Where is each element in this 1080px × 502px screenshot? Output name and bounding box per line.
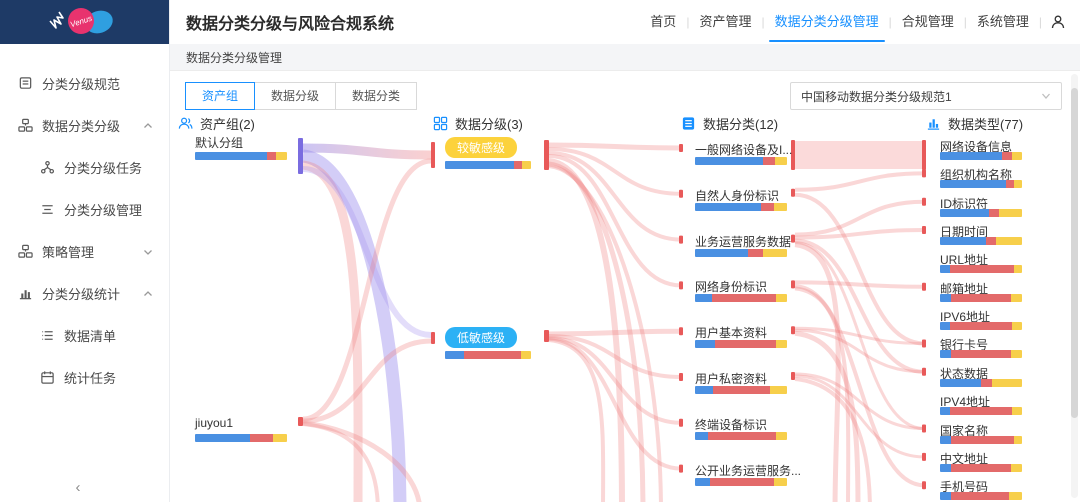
- sankey-link: [549, 145, 681, 148]
- type-6-bar: [940, 322, 1022, 330]
- sankey-link: [549, 331, 681, 334]
- asset-group-node-1[interactable]: jiuyou1: [195, 416, 233, 430]
- sankey-links-layer: [0, 0, 1080, 502]
- asset-node-bar-0: [298, 138, 303, 174]
- level-0-bar: [445, 161, 531, 169]
- type-tick-1: [922, 169, 926, 177]
- class-tick-6: [679, 419, 683, 427]
- class-tick-4: [679, 327, 683, 335]
- class-3-bar: [695, 294, 787, 302]
- class-6-bar: [695, 432, 787, 440]
- class-7-bar: [695, 478, 787, 486]
- class-node-3[interactable]: 网络身份标识: [695, 278, 767, 295]
- class-tick-5: [679, 373, 683, 381]
- sankey-link: [549, 153, 681, 240]
- sankey-link: [795, 173, 924, 189]
- level-node-bar-0: [544, 140, 549, 170]
- class-tick-7: [679, 465, 683, 473]
- sankey-link: [303, 148, 431, 155]
- sankey-link: [303, 169, 431, 335]
- type-1-bar: [940, 180, 1022, 188]
- asset-node-bar-1: [298, 417, 303, 426]
- asset-group-node-0[interactable]: 默认分组: [195, 134, 243, 151]
- class-node-2[interactable]: 业务运营服务数据: [695, 233, 791, 250]
- barchart-icon: [926, 116, 941, 131]
- column-header-data-type: 数据类型(77): [926, 114, 1023, 133]
- class-4-bar: [695, 340, 787, 348]
- class-0-bar: [695, 157, 787, 165]
- app-root: Venus 分类分级规范数据分类分级分类分级任务分类分级管理策略管理分类分级统计…: [0, 0, 1080, 502]
- column-header-asset-group: 资产组(2): [178, 114, 255, 133]
- class-node-bar-4: [791, 326, 795, 334]
- class-node-bar-1: [791, 189, 795, 197]
- type-3-bar: [940, 237, 1022, 245]
- class-node-5[interactable]: 用户私密资料: [695, 370, 767, 387]
- class-node-0[interactable]: 一般网络设备及I...: [695, 141, 792, 158]
- class-2-bar: [695, 249, 787, 257]
- level-node-1[interactable]: 低敏感级: [445, 327, 517, 348]
- tab-0[interactable]: 资产组: [185, 82, 255, 110]
- type-7-bar: [940, 350, 1022, 358]
- type-2-bar: [940, 209, 1022, 217]
- class-node-1[interactable]: 自然人身份标识: [695, 187, 779, 204]
- class-tick-1: [679, 190, 683, 198]
- grid-icon: [433, 116, 448, 131]
- type-12-bar: [940, 492, 1022, 500]
- sankey-link: [303, 424, 378, 502]
- class-1-bar: [695, 203, 787, 211]
- type-0-bar: [940, 152, 1022, 160]
- column-header-data-class: 数据分类(12): [681, 114, 778, 133]
- type-tick-11: [922, 453, 926, 461]
- class-tick-0: [679, 144, 683, 152]
- content-scrollbar[interactable]: [1071, 88, 1078, 418]
- type-tick-8: [922, 368, 926, 376]
- class-tick-3: [679, 281, 683, 289]
- asset-group-0-bar: [195, 152, 287, 160]
- level-tick-1: [431, 332, 435, 344]
- level-node-bar-1: [544, 330, 549, 342]
- type-4-bar: [940, 265, 1022, 273]
- class-tick-2: [679, 236, 683, 244]
- sankey-link: [549, 340, 603, 502]
- type-tick-2: [922, 198, 926, 206]
- type-tick-5: [922, 283, 926, 291]
- class-node-bar-5: [791, 372, 795, 380]
- type-tick-10: [922, 425, 926, 433]
- class-node-7[interactable]: 公开业务运营服务...: [695, 462, 801, 479]
- type-9-bar: [940, 407, 1022, 415]
- group-icon: [178, 116, 193, 131]
- class-node-bar-3: [791, 280, 795, 288]
- type-tick-12: [922, 481, 926, 489]
- asset-group-1-bar: [195, 434, 287, 442]
- class-node-4[interactable]: 用户基本资料: [695, 324, 767, 341]
- sankey-diagram: 资产组(2) 数据分级(3) 数据分类(12) 数据类型(77) 默认分组 jiuy…: [0, 0, 1080, 502]
- level-node-0[interactable]: 较敏感级: [445, 137, 517, 158]
- type-tick-3: [922, 226, 926, 234]
- type-tick-7: [922, 339, 926, 347]
- type-tick-0: [922, 140, 926, 170]
- sankey-link: [795, 282, 924, 286]
- class-5-bar: [695, 386, 787, 394]
- class-node-bar-2: [791, 235, 795, 243]
- level-tick-0: [431, 142, 435, 168]
- type-8-bar: [940, 379, 1022, 387]
- type-10-bar: [940, 436, 1022, 444]
- column-header-data-level: 数据分级(3): [433, 114, 523, 133]
- type-11-bar: [940, 464, 1022, 472]
- level-1-bar: [445, 351, 531, 359]
- type-5-bar: [940, 294, 1022, 302]
- list-rect-icon: [681, 116, 696, 131]
- sankey-link: [795, 141, 924, 169]
- class-node-6[interactable]: 终端设备标识: [695, 416, 767, 433]
